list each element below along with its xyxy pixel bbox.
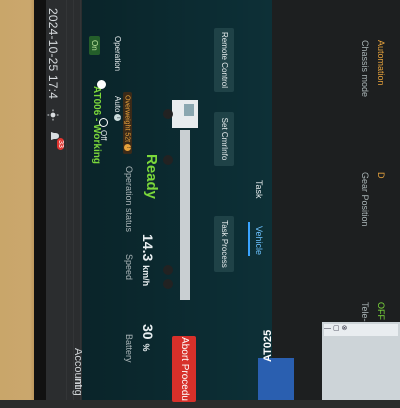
- map-vehicle-marker[interactable]: [258, 358, 294, 400]
- operation-status-label: Operation status: [124, 166, 134, 233]
- chassis-mode-value: Automation: [376, 40, 386, 86]
- abort-procedure-button[interactable]: Abort Procedu: [172, 336, 196, 402]
- overweight-badge: Overweight 52t!: [122, 92, 132, 155]
- vehicle-panel: AT006 - Working Overweight 52t! Operatio…: [82, 0, 272, 402]
- notification-count-badge: 33: [57, 138, 64, 150]
- remote-control-button[interactable]: Remote Control: [214, 28, 234, 92]
- speed-label: Speed: [124, 254, 134, 281]
- task-process-button[interactable]: Task Process: [214, 216, 234, 272]
- tab-task[interactable]: Task: [254, 180, 264, 199]
- battery-value: 30: [140, 324, 156, 340]
- speed-value: 14.3: [140, 234, 156, 262]
- estop-value: OFF: [376, 302, 386, 320]
- tab-vehicle[interactable]: Vehicle: [254, 226, 264, 255]
- battery-unit: %: [141, 343, 151, 352]
- brightness-icon[interactable]: [47, 109, 59, 121]
- truck-illustration: [163, 100, 198, 300]
- battery-label: Battery: [124, 334, 134, 363]
- set-cmrinfo-button[interactable]: Set CmrInfo: [214, 112, 234, 166]
- window-controls-icon[interactable]: — ▢ ⊗: [324, 325, 347, 332]
- secondary-window[interactable]: — ▢ ⊗: [322, 322, 400, 400]
- off-radio[interactable]: [98, 118, 108, 127]
- auto-label: Auto: [113, 96, 122, 113]
- speed-readout: 14.3 km/h: [140, 234, 156, 286]
- operation-on-radio-row[interactable]: [96, 80, 106, 92]
- operation-label: Operation: [113, 36, 122, 72]
- operation-on-toggle[interactable]: On: [89, 36, 100, 55]
- gear-position-label: Gear Position: [360, 172, 370, 227]
- gear-position-value: D: [376, 172, 386, 179]
- overweight-label: Overweight 52t: [123, 95, 131, 143]
- chassis-mode-label: Chassis mode: [360, 40, 370, 98]
- active-tab-indicator: [248, 222, 250, 256]
- warning-icon: !: [124, 144, 131, 152]
- map-vehicle-tag: AT025: [262, 329, 274, 362]
- operation-on-radio[interactable]: [96, 80, 106, 89]
- off-label: Off: [99, 130, 108, 141]
- window-titlebar: — ▢ ⊗: [324, 324, 398, 336]
- auto-option[interactable]: Autoi: [113, 96, 122, 122]
- speed-unit: km/h: [141, 265, 151, 287]
- info-icon: i: [113, 114, 121, 122]
- operation-row: Operation: [113, 36, 122, 71]
- off-option[interactable]: Off: [98, 118, 108, 141]
- status-date: 2024-10-25 17:4: [46, 8, 60, 100]
- notification-icon[interactable]: 33: [46, 131, 64, 150]
- battery-readout: 30 %: [140, 324, 156, 351]
